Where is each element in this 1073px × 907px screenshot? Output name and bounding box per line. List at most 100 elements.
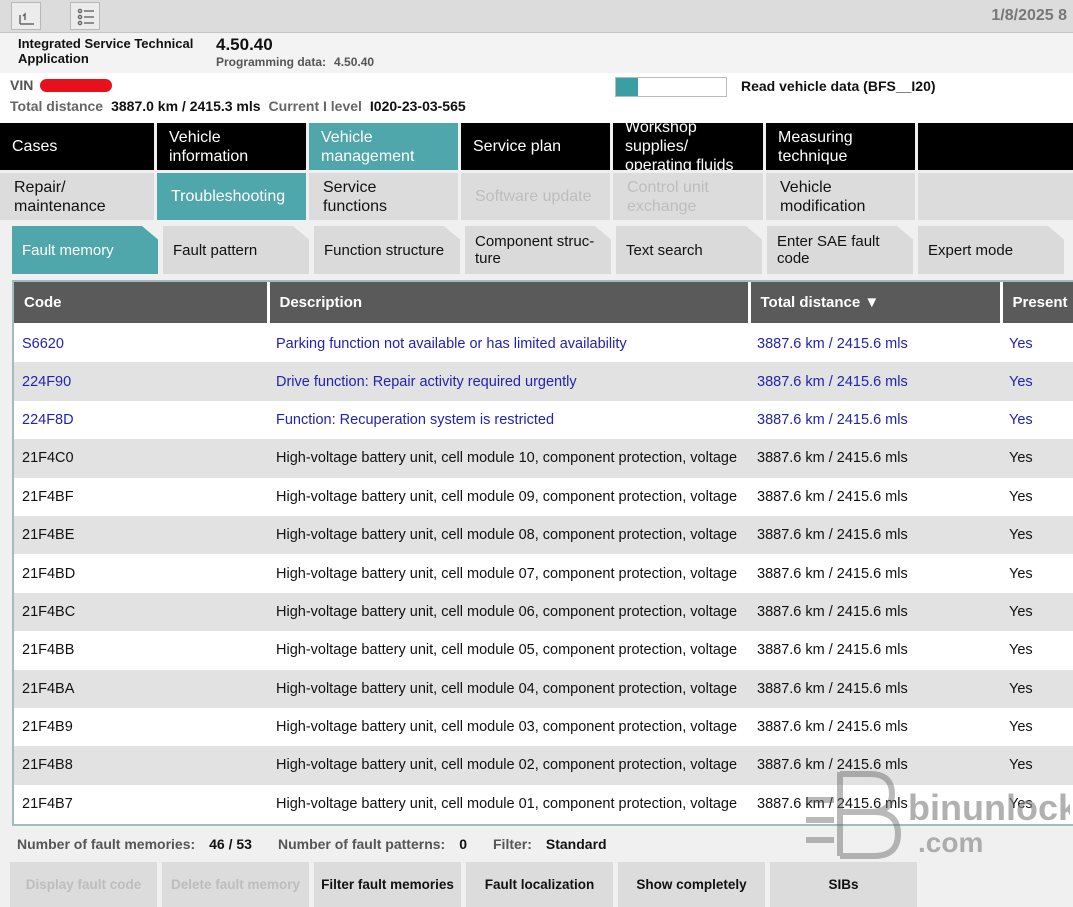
nav-troubleshooting[interactable]: Troubleshooting <box>157 170 309 220</box>
fault-patterns-label: Number of fault patterns: <box>277 836 446 852</box>
app-name: Integrated Service Technical Application <box>18 36 194 66</box>
nav-cases[interactable]: Cases <box>0 123 157 170</box>
tab-expert-mode[interactable]: Expert mode <box>918 226 1064 274</box>
total-distance-label: Total distance <box>10 98 104 114</box>
column-header-description[interactable]: Description <box>268 282 751 325</box>
cell-total-distance: 3887.6 km / 2415.6 mls <box>749 669 1001 708</box>
cell-code: 21F4BB <box>14 631 268 670</box>
i-level-value: I020-23-03-565 <box>369 98 466 114</box>
tab-fault-memory[interactable]: Fault memory <box>12 226 158 274</box>
cell-total-distance: 3887.6 km / 2415.6 mls <box>749 554 1001 593</box>
cell-description: High-voltage battery unit, cell module 1… <box>268 439 749 478</box>
table-row[interactable]: 21F4C0 High-voltage battery unit, cell mo… <box>14 439 1073 478</box>
delete-fault-memory-button: Delete fault memory <box>162 862 309 907</box>
cell-code: 21F4C0 <box>14 439 268 478</box>
nav-service-plan[interactable]: Service plan <box>461 123 613 170</box>
cell-code: 21F4B8 <box>14 746 268 785</box>
cell-code: 21F4B9 <box>14 707 268 747</box>
cell-present: Yes <box>1001 669 1073 708</box>
read-progress-bar <box>615 77 727 97</box>
cell-code: 21F4BE <box>14 515 268 555</box>
table-row[interactable]: 21F4BB High-voltage battery unit, cell mo… <box>14 631 1073 670</box>
table-row[interactable]: 21F4B7 High-voltage battery unit, cell mo… <box>14 784 1073 824</box>
display-fault-code-button: Display fault code <box>10 862 157 907</box>
table-row[interactable]: 21F4B9 High-voltage battery unit, cell mo… <box>14 707 1073 747</box>
fault-memory-table[interactable]: Code Description Total distance ▼ Presen… <box>12 280 1073 826</box>
tab-function-structure[interactable]: Function structure <box>314 226 460 274</box>
nav-sub-empty <box>918 170 1073 220</box>
cell-total-distance: 3887.6 km / 2415.6 mls <box>749 439 1001 478</box>
cell-total-distance: 3887.6 km / 2415.6 mls <box>749 362 1001 401</box>
app-header: Integrated Service Technical Application… <box>0 33 1073 73</box>
table-row[interactable]: 21F4BE High-voltage battery unit, cell mo… <box>14 515 1073 555</box>
sub-nav: Repair/ maintenance Troubleshooting Serv… <box>0 170 1073 220</box>
programming-data: Programming data: 4.50.40 <box>216 55 374 69</box>
column-header-total-distance[interactable]: Total distance ▼ <box>749 282 1003 325</box>
column-header-present[interactable]: Present <box>1001 282 1073 325</box>
cell-description: High-voltage battery unit, cell module 0… <box>268 515 749 555</box>
table-row[interactable]: 21F4BD High-voltage battery unit, cell mo… <box>14 554 1073 593</box>
sibs-button[interactable]: SIBs <box>770 862 917 907</box>
nav-software-update: Software update <box>461 170 613 220</box>
vehicle-info-bar: VIN Total distance 3887.0 km / 2415.3 mls… <box>0 73 1073 123</box>
cell-total-distance: 3887.6 km / 2415.6 mls <box>749 592 1001 632</box>
cell-code: 224F90 <box>14 362 268 401</box>
filter-value: Standard <box>545 836 607 852</box>
home-icon[interactable] <box>11 2 41 30</box>
fault-list: S6620 Parking function not available or h… <box>14 324 1073 824</box>
fault-patterns-value: 0 <box>459 836 467 852</box>
table-row[interactable]: 224F8D Function: Recuperation system is r… <box>14 400 1073 440</box>
tab-enter-sae-fault-code[interactable]: Enter SAE fault code <box>767 226 913 274</box>
cell-present: Yes <box>1001 477 1073 516</box>
tab-text-search[interactable]: Text search <box>616 226 762 274</box>
cell-code: 21F4BF <box>14 477 268 516</box>
nav-workshop-supplies[interactable]: Workshop supplies/ operating fluids <box>613 119 766 174</box>
nav-repair-maintenance[interactable]: Repair/ maintenance <box>0 170 157 220</box>
cell-total-distance: 3887.6 km / 2415.6 mls <box>749 784 1001 824</box>
watermark-line2: .com <box>918 827 983 858</box>
show-completely-button[interactable]: Show completely <box>618 862 765 907</box>
fault-localization-button[interactable]: Fault localization <box>466 862 613 907</box>
cell-code: 21F4B7 <box>14 784 268 824</box>
cell-present: Yes <box>1001 515 1073 555</box>
nav-control-unit-exchange: Control unit exchange <box>613 170 766 220</box>
cell-total-distance: 3887.6 km / 2415.6 mls <box>749 746 1001 785</box>
read-progress-fill <box>616 78 638 96</box>
troubleshooting-tabs: Fault memory Fault pattern Function stru… <box>12 226 1069 274</box>
table-row[interactable]: 224F90 Drive function: Repair activity re… <box>14 362 1073 401</box>
app-version: 4.50.40 <box>216 35 273 54</box>
table-row[interactable]: S6620 Parking function not available or h… <box>14 324 1073 363</box>
cell-total-distance: 3887.6 km / 2415.6 mls <box>749 631 1001 670</box>
cell-total-distance: 3887.6 km / 2415.6 mls <box>749 477 1001 516</box>
filter-fault-memories-button[interactable]: Filter fault memories <box>314 862 461 907</box>
table-row[interactable]: 21F4BC High-voltage battery unit, cell mo… <box>14 592 1073 632</box>
nav-vehicle-management[interactable]: Vehicle management <box>309 123 461 170</box>
table-row[interactable]: 21F4BF High-voltage battery unit, cell mo… <box>14 477 1073 516</box>
tab-fault-pattern[interactable]: Fault pattern <box>163 226 309 274</box>
cell-description: High-voltage battery unit, cell module 0… <box>268 784 749 824</box>
cell-description: Parking function not available or has li… <box>268 324 749 363</box>
nav-measuring-technique[interactable]: Measuring technique <box>766 123 918 170</box>
table-row[interactable]: 21F4B8 High-voltage battery unit, cell mo… <box>14 746 1073 785</box>
cell-present: Yes <box>1001 554 1073 593</box>
cell-code: S6620 <box>14 324 268 363</box>
nav-service-functions[interactable]: Service functions <box>309 170 461 220</box>
cell-description: High-voltage battery unit, cell module 0… <box>268 707 749 747</box>
cell-total-distance: 3887.6 km / 2415.6 mls <box>749 400 1001 440</box>
column-header-code[interactable]: Code <box>14 282 270 325</box>
nav-vehicle-modification[interactable]: Vehicle modification <box>766 170 918 220</box>
cell-description: High-voltage battery unit, cell module 0… <box>268 554 749 593</box>
table-row[interactable]: 21F4BA High-voltage battery unit, cell mo… <box>14 669 1073 708</box>
fault-memories-value: 46 / 53 <box>209 836 252 852</box>
cell-description: Drive function: Repair activity required… <box>268 362 749 401</box>
list-icon[interactable] <box>70 2 100 30</box>
tab-component-structure[interactable]: Component struc-ture <box>465 226 611 274</box>
cell-description: High-voltage battery unit, cell module 0… <box>268 669 749 708</box>
vin-redacted <box>40 79 112 92</box>
cell-total-distance: 3887.6 km / 2415.6 mls <box>749 515 1001 555</box>
cell-description: High-voltage battery unit, cell module 0… <box>268 746 749 785</box>
nav-vehicle-information[interactable]: Vehicle information <box>157 123 309 170</box>
cell-code: 224F8D <box>14 400 268 440</box>
vehicle-status: Total distance 3887.0 km / 2415.3 mls Curr… <box>10 98 474 114</box>
fault-summary: Number of fault memories: 46 / 53 Number o… <box>17 836 607 852</box>
